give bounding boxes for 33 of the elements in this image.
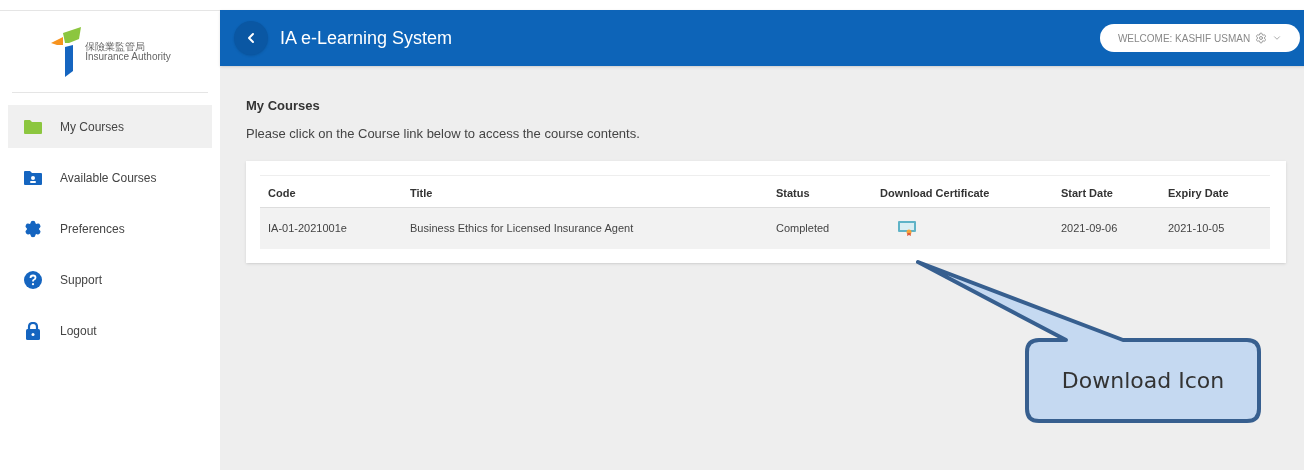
column-header: Start Date bbox=[1061, 186, 1113, 199]
back-button[interactable] bbox=[234, 21, 268, 55]
sidebar-item[interactable]: Preferences bbox=[8, 207, 212, 250]
table-cell: Completed bbox=[776, 222, 830, 235]
question-icon bbox=[24, 270, 42, 289]
folder-icon bbox=[24, 119, 42, 134]
caret-icon bbox=[1272, 33, 1283, 43]
column-header: Title bbox=[410, 186, 433, 199]
sidebar-item[interactable]: Support bbox=[8, 258, 212, 301]
column-header: Download Certificate bbox=[880, 186, 990, 199]
instruction-text: Please click on the Course link below to access the course contents. bbox=[246, 124, 640, 143]
page-heading: My Courses bbox=[246, 97, 320, 115]
table-cell: 2021-09-06 bbox=[1061, 222, 1118, 235]
sidebar-item[interactable]: My Courses bbox=[8, 105, 212, 148]
column-header: Expiry Date bbox=[1168, 186, 1229, 199]
sidebar-item[interactable]: Available Courses bbox=[8, 156, 212, 199]
sidebar-item[interactable]: Logout bbox=[8, 309, 212, 352]
lock-icon bbox=[26, 321, 40, 340]
column-header: Code bbox=[268, 186, 296, 199]
user-menu-button[interactable]: WELCOME: KASHIF USMAN bbox=[1100, 24, 1300, 52]
gear-icon bbox=[1255, 32, 1268, 44]
logo-english-text: Insurance Authority bbox=[85, 51, 171, 62]
column-header: Status bbox=[776, 186, 810, 199]
table-cell: IA-01-2021001e bbox=[268, 222, 347, 235]
folder-person-icon bbox=[24, 170, 42, 185]
certificate-download-icon[interactable] bbox=[898, 221, 916, 236]
gear-icon bbox=[24, 219, 42, 238]
callout-text: Download Icon bbox=[1061, 367, 1225, 395]
app-title: IA e-Learning System bbox=[280, 26, 453, 50]
logo-chinese-text: 保險業監管局 bbox=[85, 41, 147, 52]
table-cell: 2021-10-05 bbox=[1168, 222, 1225, 235]
logo-icon bbox=[49, 26, 84, 77]
course-title-link[interactable]: Business Ethics for Licensed Insurance Agent bbox=[410, 222, 634, 235]
